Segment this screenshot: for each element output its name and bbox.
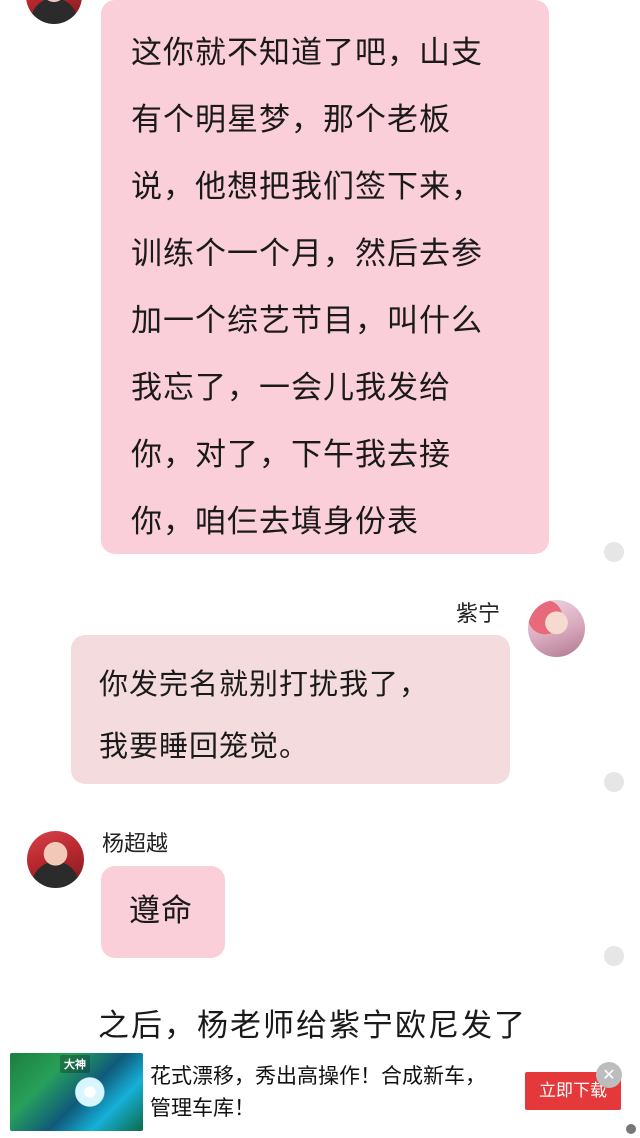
avatar-ziling[interactable]	[528, 600, 585, 657]
message-line: 这你就不知道了吧，山支	[131, 35, 483, 71]
message-line: 加一个综艺节目，叫什么	[131, 303, 483, 339]
corner-indicator-icon	[626, 1124, 636, 1134]
message-line: 你发完名就别打扰我了，	[99, 667, 430, 701]
sender-name: 紫宁	[456, 602, 501, 627]
read-status-dot	[604, 772, 624, 792]
avatar-top[interactable]	[26, 0, 82, 24]
avatar-yang-chaoyue[interactable]	[27, 831, 84, 888]
message-line: 你，咱仨去填身份表	[131, 504, 419, 540]
message-bubble[interactable]: 遵命	[101, 866, 225, 958]
message-bubble[interactable]: 你发完名就别打扰我了， 我要睡回笼觉。	[71, 635, 510, 784]
sender-name: 杨超越	[102, 832, 169, 857]
message-line: 说，他想把我们签下来，	[131, 169, 483, 205]
message-line: 我要睡回笼觉。	[99, 729, 310, 763]
ad-banner[interactable]: 大神 花式漂移，秀出高操作！合成新车，管理车库！ 立即下载	[0, 1046, 640, 1138]
message-line: 你，对了，下午我去接	[131, 437, 451, 473]
read-status-dot	[604, 542, 624, 562]
message-text: 遵命	[129, 893, 193, 929]
close-icon[interactable]: ✕	[596, 1062, 622, 1088]
message-line: 训练个一个月，然后去参	[131, 236, 483, 272]
message-bubble[interactable]: 这你就不知道了吧，山支 有个明星梦，那个老板 说，他想把我们签下来， 训练个一个…	[101, 0, 549, 554]
ad-title[interactable]: 花式漂移，秀出高操作！合成新车，管理车库！	[150, 1060, 500, 1124]
narration-text: 之后，杨老师给紫宁欧尼发了	[98, 1008, 527, 1044]
ad-thumbnail[interactable]: 大神	[10, 1053, 143, 1131]
message-line: 我忘了，一会儿我发给	[131, 370, 451, 406]
message-line: 有个明星梦，那个老板	[131, 102, 451, 138]
read-status-dot	[604, 946, 624, 966]
ad-thumbnail-label: 大神	[60, 1055, 90, 1073]
